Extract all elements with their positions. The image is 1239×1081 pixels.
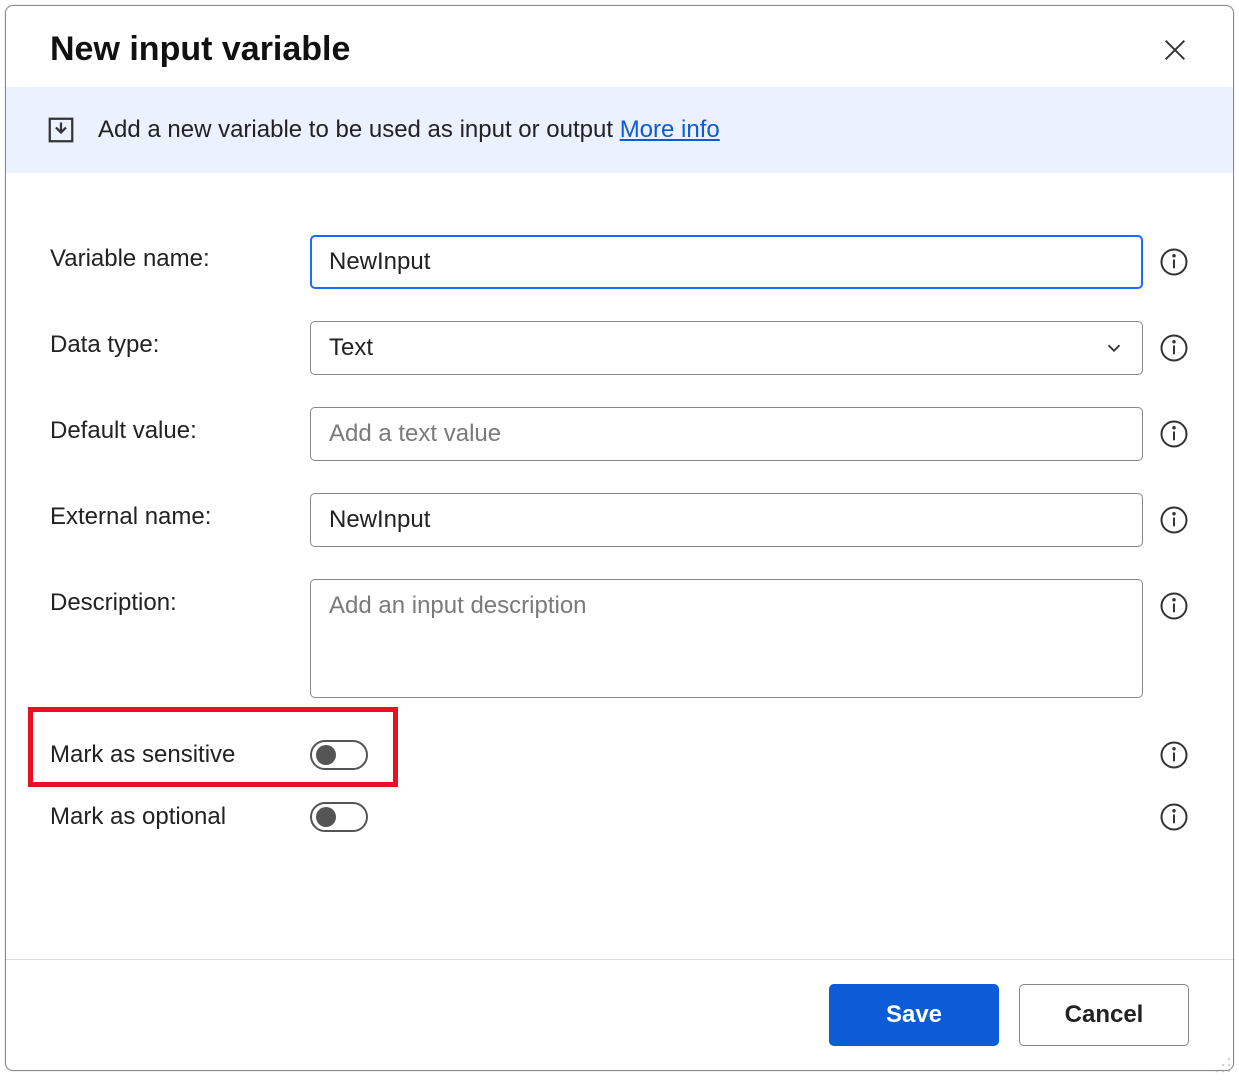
input-variable-icon [46,115,76,145]
row-mark-sensitive: Mark as sensitive [50,740,1189,770]
dialog-footer: Save Cancel [6,959,1233,1070]
close-icon[interactable] [1161,36,1189,64]
info-icon[interactable] [1159,247,1189,277]
description-input[interactable] [310,579,1143,698]
info-icon[interactable] [1159,802,1189,832]
row-default-value: Default value: [50,407,1189,461]
save-button[interactable]: Save [829,984,999,1046]
cancel-button[interactable]: Cancel [1019,984,1189,1046]
mark-optional-toggle[interactable] [310,802,368,832]
info-icon[interactable] [1159,740,1189,770]
form: Variable name: Data type: Default value: [6,173,1233,959]
more-info-link[interactable]: More info [620,116,720,143]
info-icon[interactable] [1159,505,1189,535]
row-description: Description: [50,579,1189,698]
info-icon[interactable] [1159,591,1189,621]
dialog-header: New input variable [6,6,1233,87]
label-data-type: Data type: [50,321,290,359]
label-mark-sensitive: Mark as sensitive [50,741,290,769]
info-banner: Add a new variable to be used as input o… [6,87,1233,173]
variable-name-input[interactable] [310,235,1143,289]
label-mark-optional: Mark as optional [50,803,290,831]
label-default-value: Default value: [50,407,290,445]
info-icon[interactable] [1159,419,1189,449]
banner-text: Add a new variable to be used as input o… [98,116,620,143]
data-type-value[interactable] [310,321,1143,375]
row-variable-name: Variable name: [50,235,1189,289]
row-mark-optional: Mark as optional [50,802,1189,832]
banner-text-wrap: Add a new variable to be used as input o… [98,116,720,144]
resize-grip-icon[interactable] [1213,1055,1233,1075]
mark-sensitive-toggle[interactable] [310,740,368,770]
row-data-type: Data type: [50,321,1189,375]
dialog-title: New input variable [50,30,350,69]
label-external-name: External name: [50,493,290,531]
external-name-input[interactable] [310,493,1143,547]
new-input-variable-dialog: New input variable Add a new variable to… [5,5,1234,1071]
info-icon[interactable] [1159,333,1189,363]
data-type-select[interactable] [310,321,1143,375]
label-variable-name: Variable name: [50,235,290,273]
row-external-name: External name: [50,493,1189,547]
label-description: Description: [50,579,290,617]
default-value-input[interactable] [310,407,1143,461]
